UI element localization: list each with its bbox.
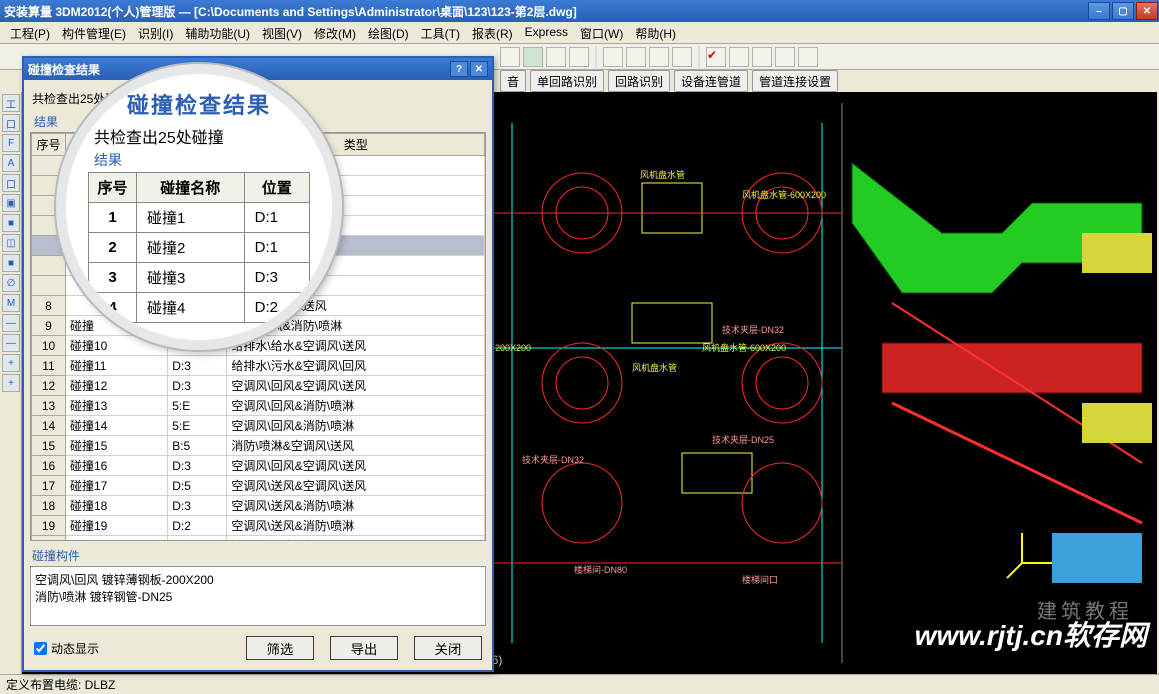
filter-button[interactable]: 筛选 [246,636,314,660]
tool-check-icon[interactable]: ✔ [706,47,726,67]
svg-text:风机盘水管: 风机盘水管 [632,362,677,373]
tool-icon[interactable] [775,47,795,67]
collision-component-label: 碰撞构件 [30,541,486,566]
ltool-icon[interactable]: F [2,134,20,152]
ltool-icon[interactable]: ▣ [2,194,20,212]
tool-icon[interactable] [569,47,589,67]
table-row[interactable]: 17碰撞17D:5空调风\送风&空调风\送风 [32,476,485,496]
menu-help[interactable]: 帮助(H) [629,22,682,43]
app-title: 安装算量 3DM2012(个人)管理版 — [C:\Documents and … [4,3,577,20]
ltool-icon[interactable]: 口 [2,114,20,132]
table-row[interactable]: 16碰撞16D:3空调风\回风&空调风\送风 [32,456,485,476]
close-button[interactable]: 关闭 [414,636,482,660]
svg-text:楼梯间口: 楼梯间口 [742,574,778,585]
dialog-help-icon[interactable]: ? [450,61,468,77]
tool-icon[interactable] [729,47,749,67]
ltool-icon[interactable]: A [2,154,20,172]
tool-icon[interactable] [603,47,623,67]
svg-text:风机盘水管: 风机盘水管 [640,169,685,180]
tool-icon[interactable] [523,47,543,67]
menu-window[interactable]: 窗口(W) [574,22,629,43]
main-menu: 工程(P) 构件管理(E) 识别(I) 辅助功能(U) 视图(V) 修改(M) … [0,22,1159,44]
table-row[interactable]: 14碰撞145:E空调风\回风&消防\喷淋 [32,416,485,436]
left-toolbar: 工 口 F A 口 ▣ ■ ◫ ■ ∅ M — — + + [0,92,22,674]
tool-icon[interactable] [752,47,772,67]
collision-details: 空调风\回风 镀锌薄钢板-200X200 消防\喷淋 镀锌钢管-DN25 [30,566,486,626]
mag-title: 碰撞检查结果 [88,88,310,120]
menu-express[interactable]: Express [519,22,574,43]
ltool-icon[interactable]: + [2,374,20,392]
mag-row: 2碰撞2D:1 [89,233,310,263]
table-row[interactable]: 12碰撞12D:3空调风\回风&空调风\送风 [32,376,485,396]
tool-icon[interactable] [626,47,646,67]
table-row[interactable]: 15碰撞15B:5消防\喷淋&空调风\送风 [32,436,485,456]
table-row[interactable]: 11碰撞11D:3给排水\污水&空调风\回风 [32,356,485,376]
window-titlebar: 安装算量 3DM2012(个人)管理版 — [C:\Documents and … [0,0,1159,22]
mag-row: 4碰撞4D:2 [89,293,310,323]
minimize-button[interactable]: – [1088,2,1110,20]
svg-text:技术夹层-DN32: 技术夹层-DN32 [722,324,784,335]
svg-text:技术夹层-DN25: 技术夹层-DN25 [712,434,774,445]
menu-draw[interactable]: 绘图(D) [362,22,415,43]
dialog-title: 碰撞检查结果 [28,61,100,78]
maximize-button[interactable]: ▢ [1112,2,1134,20]
status-text: 定义布置电缆: DLBZ [6,676,115,693]
ltool-icon[interactable]: ■ [2,254,20,272]
ltool-icon[interactable]: ∅ [2,274,20,292]
dialog-close-icon[interactable]: ✕ [470,61,488,77]
export-button[interactable]: 导出 [330,636,398,660]
tool-icon[interactable] [546,47,566,67]
tool-icon[interactable] [649,47,669,67]
secondary-tabs: 音 单回路识别 回路识别 设备连管道 管道连接设置 [500,70,1155,92]
col-index[interactable]: 序号 [32,134,66,156]
mag-row: 1碰撞1D:1 [89,203,310,233]
svg-text:楼梯间-DN80: 楼梯间-DN80 [574,564,627,575]
menu-tools[interactable]: 工具(T) [415,22,466,43]
menu-recognize[interactable]: 识别(I) [132,22,179,43]
watermark: www.rjtj.cn软存网 [915,614,1147,654]
magnifier-overlay: 碰撞检查结果 共检查出25处碰撞 结果 序号 碰撞名称 位置 1碰撞1D:12碰… [56,64,342,350]
tool-icon[interactable] [500,47,520,67]
tab-layer[interactable]: 音 [500,70,526,92]
menu-aux[interactable]: 辅助功能(U) [179,22,256,43]
close-button[interactable]: ✕ [1136,2,1158,20]
tool-icon[interactable] [672,47,692,67]
svg-text:-200X200: -200X200 [492,343,531,353]
ltool-icon[interactable]: ◫ [2,234,20,252]
menu-project[interactable]: 工程(P) [4,22,56,43]
mag-summary: 共检查出25处碰撞 [88,124,310,148]
menu-report[interactable]: 报表(R) [466,22,519,43]
tab-loop[interactable]: 回路识别 [608,70,670,92]
table-row[interactable]: 18碰撞18D:3空调风\送风&消防\喷淋 [32,496,485,516]
table-row[interactable]: 19碰撞19D:2空调风\送风&消防\喷淋 [32,516,485,536]
dynamic-display-checkbox[interactable]: 动态显示 [34,640,99,657]
svg-text:风机盘水管-600X200: 风机盘水管-600X200 [702,342,786,353]
status-bar: 定义布置电缆: DLBZ [0,674,1159,694]
ltool-icon[interactable]: — [2,334,20,352]
ltool-icon[interactable]: M [2,294,20,312]
dynamic-display-input[interactable] [34,642,47,655]
menu-view[interactable]: 视图(V) [256,22,308,43]
svg-text:技术夹层-DN32: 技术夹层-DN32 [522,454,584,465]
mag-label: 结果 [88,150,310,170]
table-row[interactable]: 10碰撞10给排水\给水&空调风\送风 [32,336,485,356]
tab-device-pipe[interactable]: 设备连管道 [674,70,748,92]
menu-modify[interactable]: 修改(M) [308,22,362,43]
mag-table: 序号 碰撞名称 位置 1碰撞1D:12碰撞2D:13碰撞3D:34碰撞4D:2 [88,172,310,323]
ltool-icon[interactable]: ■ [2,214,20,232]
table-row[interactable]: 20碰撞20D:3给排水\给水&空调风\回风 [32,536,485,542]
tab-single-loop[interactable]: 单回路识别 [530,70,604,92]
tab-pipe-connect[interactable]: 管道连接设置 [752,70,838,92]
tool-icon[interactable] [798,47,818,67]
svg-text:风机盘水管-600X200: 风机盘水管-600X200 [742,189,826,200]
ltool-icon[interactable]: — [2,314,20,332]
table-row[interactable]: 13碰撞135:E空调风\回风&消防\喷淋 [32,396,485,416]
menu-component[interactable]: 构件管理(E) [56,22,132,43]
ltool-icon[interactable]: 工 [2,94,20,112]
ltool-icon[interactable]: + [2,354,20,372]
ltool-icon[interactable]: 口 [2,174,20,192]
mag-row: 3碰撞3D:3 [89,263,310,293]
